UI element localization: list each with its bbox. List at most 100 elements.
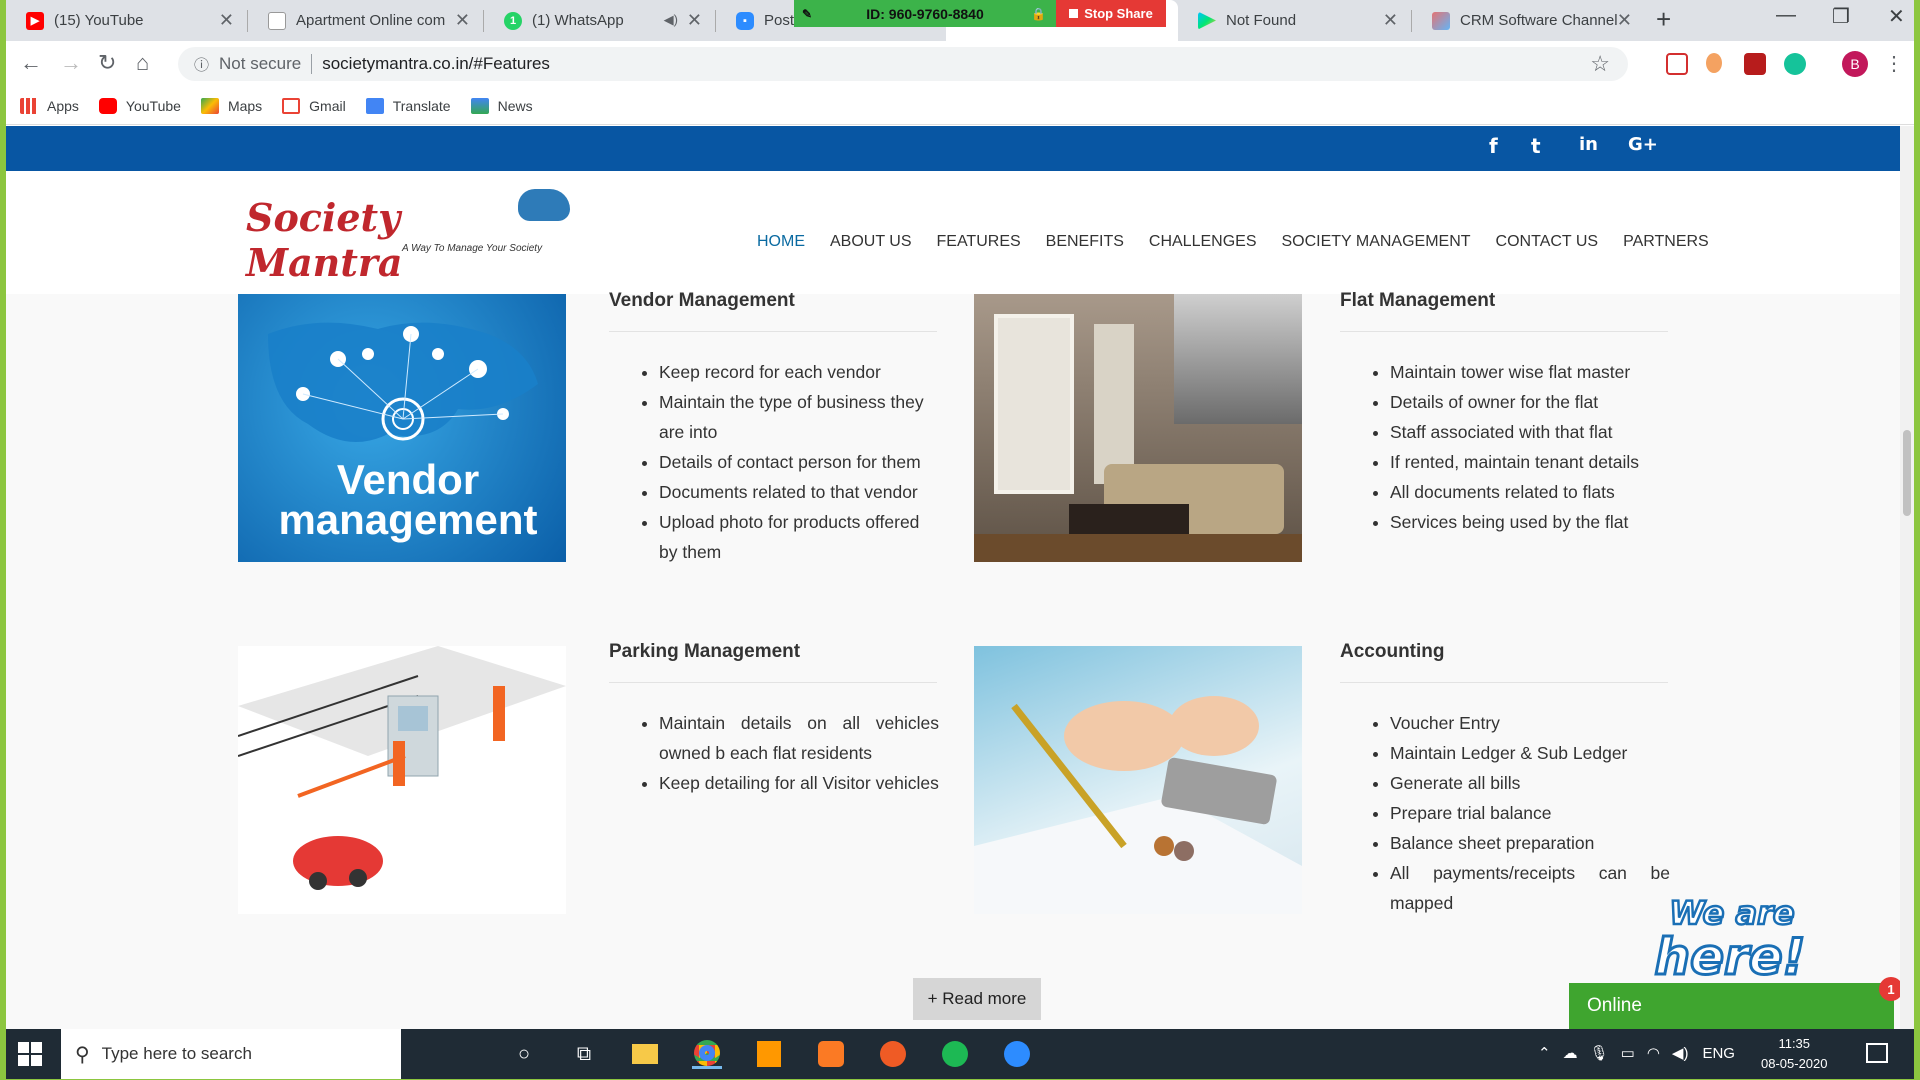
xampp-icon[interactable] (816, 1039, 846, 1069)
list-item: Balance sheet preparation (1390, 828, 1670, 858)
google-plus-icon[interactable]: G+ (1628, 134, 1658, 155)
reload-icon[interactable]: ↻ (98, 50, 116, 76)
bookmark-news[interactable]: News (470, 98, 533, 114)
apps-grid-icon (20, 98, 38, 114)
close-icon[interactable]: ✕ (1617, 10, 1632, 31)
address-bar[interactable]: ⓘ Not secure societymantra.co.in/#Featur… (178, 47, 1628, 81)
nav-benefits[interactable]: BENEFITS (1046, 233, 1124, 251)
sublime-text-icon[interactable] (754, 1039, 784, 1069)
cloud-sync-icon[interactable]: ☁ (1563, 1044, 1578, 1062)
zoom-app-icon[interactable] (1002, 1039, 1032, 1069)
meeting-id-text: ID: 960-9760-8840 (866, 5, 984, 22)
back-icon[interactable]: ← (20, 50, 42, 76)
close-window-icon[interactable]: ✕ (1888, 4, 1905, 29)
youtube-icon: ▶ (26, 11, 44, 30)
cortana-icon[interactable]: ○ (509, 1039, 539, 1069)
meeting-id: ✎ ID: 960-9760-8840 🔒 (794, 0, 1056, 27)
bookmark-youtube[interactable]: YouTube (98, 98, 181, 114)
list-item: Maintain the type of business they are i… (659, 387, 939, 447)
feature-title-vendor: Vendor Management (609, 290, 795, 311)
bookmark-star-icon[interactable]: ☆ (1590, 51, 1610, 77)
chrome-icon[interactable] (692, 1039, 722, 1069)
feature-title-accounting: Accounting (1340, 641, 1445, 662)
volume-icon[interactable]: ◀) (1672, 1044, 1689, 1062)
nav-contact-us[interactable]: CONTACT US (1496, 233, 1599, 251)
site-logo[interactable]: Society Mantra A Way To Manage Your Soci… (246, 181, 570, 285)
chevron-up-icon[interactable]: ⌃ (1538, 1044, 1551, 1062)
we-are-text: We are (1669, 894, 1794, 932)
vertical-scrollbar[interactable] (1900, 126, 1914, 1029)
close-icon[interactable]: ✕ (455, 10, 470, 31)
tab-not-found[interactable]: Not Found ✕ (1178, 0, 1410, 41)
microphone-icon[interactable]: 🎙 (1590, 1044, 1609, 1062)
we-are-here-graphic[interactable]: We are here! (1642, 886, 1822, 982)
nav-features[interactable]: FEATURES (937, 233, 1021, 251)
maps-icon (200, 98, 219, 114)
zoom-icon: ▪ (736, 11, 754, 30)
bookmark-translate[interactable]: Translate (365, 98, 451, 114)
close-icon[interactable]: ✕ (1383, 10, 1398, 31)
tab-crm[interactable]: CRM Software Channel ✕ (1412, 0, 1644, 41)
list-item: Keep detailing for all Visitor vehicles (659, 768, 939, 798)
taskbar-search-input[interactable]: ⚲ Type here to search (61, 1029, 401, 1079)
language-indicator[interactable]: ENG (1702, 1045, 1735, 1062)
off-extension-icon[interactable] (1744, 53, 1766, 75)
bookmark-apps[interactable]: Apps (20, 98, 79, 114)
list-item: If rented, maintain tenant details (1390, 447, 1670, 477)
security-label: Not secure (219, 54, 302, 73)
extension-icon[interactable] (1706, 53, 1722, 73)
minimize-icon[interactable]: — (1776, 4, 1796, 27)
home-icon[interactable]: ⌂ (136, 50, 149, 76)
twitter-icon[interactable]: t (1531, 134, 1541, 158)
close-icon[interactable]: ✕ (687, 10, 702, 31)
file-explorer-icon[interactable] (630, 1039, 660, 1069)
menu-icon[interactable]: ⋮ (1884, 51, 1904, 76)
pencil-icon[interactable]: ✎ (802, 7, 812, 21)
nav-about-us[interactable]: ABOUT US (830, 233, 912, 251)
speaker-icon[interactable]: ◀) (664, 12, 678, 28)
read-more-button[interactable]: + Read more (913, 978, 1041, 1020)
site-header: Society Mantra A Way To Manage Your Soci… (6, 171, 1900, 294)
nav-society-management[interactable]: SOCIETY MANAGEMENT (1281, 233, 1470, 251)
task-view-icon[interactable]: ⧉ (569, 1039, 599, 1069)
grammarly-icon[interactable] (1784, 53, 1806, 75)
pocket-extension-icon[interactable] (1666, 53, 1688, 75)
bookmark-maps[interactable]: Maps (200, 98, 262, 114)
nav-partners[interactable]: PARTNERS (1623, 233, 1709, 251)
notifications-icon[interactable] (1866, 1043, 1888, 1063)
flat-management-image (974, 294, 1302, 562)
wifi-icon[interactable]: ◠ (1647, 1044, 1660, 1062)
social-strip: f t in G+ (6, 126, 1900, 171)
facebook-icon[interactable]: f (1489, 134, 1498, 158)
scroll-thumb[interactable] (1903, 430, 1911, 516)
bookmark-gmail[interactable]: Gmail (282, 98, 346, 114)
url-text[interactable]: societymantra.co.in/#Features (322, 54, 550, 74)
restore-icon[interactable]: ❐ (1832, 4, 1850, 29)
chat-online-button[interactable]: Online (1569, 983, 1894, 1029)
list-item: Keep record for each vendor (659, 357, 939, 387)
feature-list-flat: Maintain tower wise flat master Details … (1340, 357, 1670, 537)
list-item: Voucher Entry (1390, 708, 1670, 738)
tab-bar: ▶ (15) YouTube ✕ Apartment Online com ✕ … (6, 0, 1914, 41)
nav-home[interactable]: HOME (757, 233, 805, 251)
forward-icon[interactable]: → (60, 50, 82, 76)
new-tab-button[interactable]: + (1656, 4, 1671, 35)
clock-time: 11:35 (1778, 1036, 1811, 1051)
battery-icon[interactable]: ▭ (1621, 1044, 1635, 1062)
nav-challenges[interactable]: CHALLENGES (1149, 233, 1257, 251)
profile-avatar[interactable]: B (1842, 51, 1868, 77)
postman-icon[interactable] (878, 1039, 908, 1069)
info-icon[interactable]: ⓘ (194, 54, 209, 75)
feature-list-vendor: Keep record for each vendor Maintain the… (609, 357, 939, 567)
windows-start-icon[interactable] (18, 1042, 42, 1066)
spotify-icon[interactable] (940, 1039, 970, 1069)
close-icon[interactable]: ✕ (219, 10, 234, 31)
list-item: Upload photo for products offered by the… (659, 507, 939, 567)
linkedin-icon[interactable]: in (1579, 134, 1598, 155)
screen-share-banner: ✎ ID: 960-9760-8840 🔒 Stop Share (794, 0, 1166, 27)
tab-whatsapp[interactable]: 1 (1) WhatsApp ◀) ✕ (484, 0, 714, 41)
tab-apartment[interactable]: Apartment Online com ✕ (248, 0, 482, 41)
stop-share-button[interactable]: Stop Share (1056, 0, 1166, 27)
tab-youtube[interactable]: ▶ (15) YouTube ✕ (6, 0, 246, 41)
clock[interactable]: 11:35 08-05-2020 (1761, 1034, 1828, 1074)
